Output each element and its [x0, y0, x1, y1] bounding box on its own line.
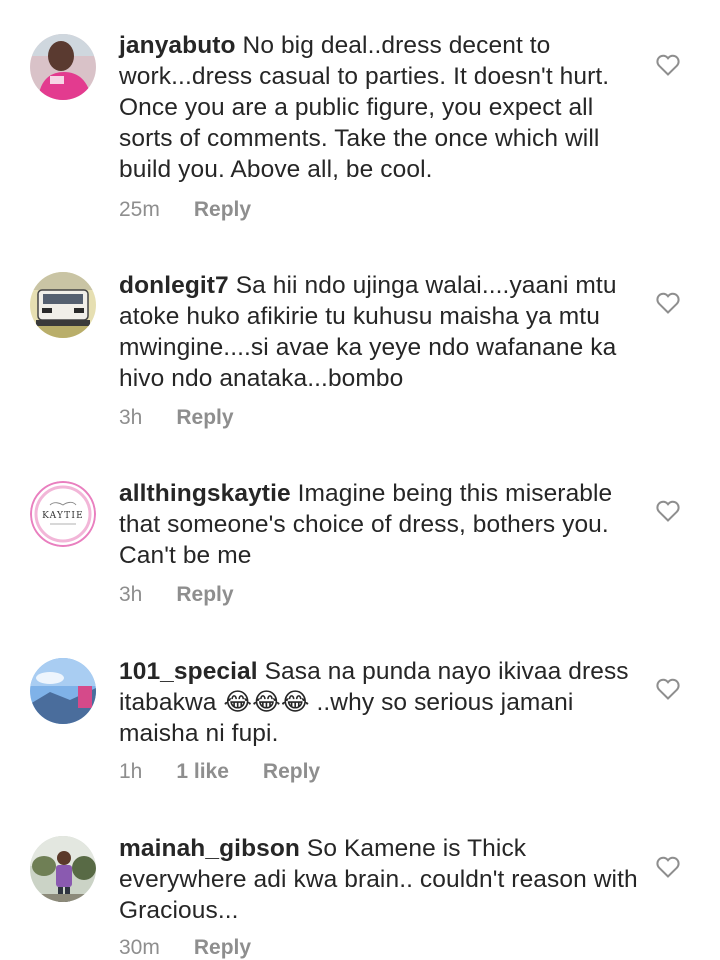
avatar[interactable]: [30, 34, 96, 100]
comment-username[interactable]: 101_special: [119, 658, 258, 685]
comment-body: 101_special Sasa na punda nayo ikivaa dr…: [119, 656, 639, 749]
avatar[interactable]: [30, 836, 96, 902]
comment-username[interactable]: mainah_gibson: [119, 835, 300, 862]
avatar[interactable]: KAYTIE: [30, 481, 96, 547]
avatar-photo-vehicle: [30, 272, 96, 338]
comment-time: 30m: [119, 936, 160, 959]
like-count[interactable]: 1 like: [176, 760, 229, 783]
heart-icon[interactable]: [656, 292, 680, 314]
reply-button[interactable]: Reply: [176, 583, 233, 606]
heart-icon[interactable]: [656, 678, 680, 700]
comment-username[interactable]: allthingskaytie: [119, 480, 291, 507]
logo-text: KAYTIE: [42, 511, 84, 521]
comment-body: donlegit7 Sa hii ndo ujinga walai....yaa…: [119, 270, 639, 394]
avatar[interactable]: [30, 272, 96, 338]
avatar[interactable]: [30, 658, 96, 724]
comment-meta: 3h Reply: [119, 583, 268, 607]
comment-username[interactable]: janyabuto: [119, 32, 236, 59]
comment-time: 1h: [119, 760, 143, 783]
avatar-logo-kaytie: KAYTIE: [30, 481, 96, 547]
reply-button[interactable]: Reply: [194, 936, 251, 959]
comment-meta: 1h 1 like Reply: [119, 760, 354, 784]
comment-meta: 3h Reply: [119, 406, 268, 430]
comment-body: allthingskaytie Imagine being this miser…: [119, 478, 639, 571]
reply-button[interactable]: Reply: [263, 760, 320, 783]
reply-button[interactable]: Reply: [194, 198, 251, 221]
heart-icon[interactable]: [656, 500, 680, 522]
comment-body: janyabuto No big deal..dress decent to w…: [119, 30, 639, 185]
avatar-photo-outdoor: [30, 836, 96, 902]
reply-button[interactable]: Reply: [176, 406, 233, 429]
comment-body: mainah_gibson So Kamene is Thick everywh…: [119, 833, 639, 926]
avatar-photo-sky: [30, 658, 96, 724]
heart-icon[interactable]: [656, 856, 680, 878]
comment-time: 3h: [119, 583, 143, 606]
comment-username[interactable]: donlegit7: [119, 272, 229, 299]
heart-icon[interactable]: [656, 54, 680, 76]
comment-meta: 30m Reply: [119, 936, 285, 960]
comment-meta: 25m Reply: [119, 198, 285, 222]
comment-time: 25m: [119, 198, 160, 221]
avatar-photo-pink: [30, 34, 96, 100]
comment-time: 3h: [119, 406, 143, 429]
